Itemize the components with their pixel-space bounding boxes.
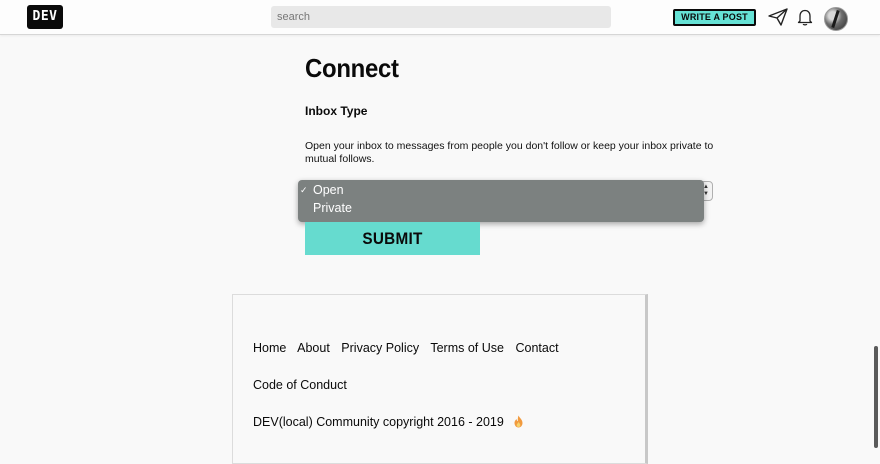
page-scrollbar[interactable] [874, 346, 878, 448]
checkmark-icon: ✓ [300, 185, 308, 195]
footer-link-privacy-policy[interactable]: Privacy Policy [341, 341, 419, 355]
bell-icon[interactable] [795, 7, 817, 27]
inbox-type-description: Open your inbox to messages from people … [305, 140, 714, 165]
fire-icon [513, 415, 524, 431]
footer-link-contact[interactable]: Contact [515, 341, 558, 355]
avatar[interactable] [824, 7, 848, 31]
page-title: Connect [305, 53, 399, 83]
footer-links: Home About Privacy Policy Terms of Use C… [253, 341, 567, 355]
search-input[interactable] [271, 6, 611, 28]
dropdown-option-open[interactable]: Open [313, 182, 344, 199]
footer-link-home[interactable]: Home [253, 341, 286, 355]
footer-link-code-of-conduct[interactable]: Code of Conduct [253, 378, 347, 392]
submit-button[interactable]: SUBMIT [305, 222, 480, 255]
inbox-type-dropdown-menu: ✓ Open Private [298, 180, 704, 222]
top-navigation-bar: DEV WRITE A POST [0, 0, 880, 35]
copyright-line: DEV(local) Community copyright 2016 - 20… [253, 415, 524, 431]
dropdown-option-private[interactable]: Private [313, 200, 352, 217]
footer-link-about[interactable]: About [297, 341, 330, 355]
send-icon[interactable] [767, 7, 789, 27]
copyright-text: DEV(local) Community copyright 2016 - 20… [253, 415, 504, 429]
inbox-type-label: Inbox Type [305, 104, 368, 118]
submit-button-label: SUBMIT [362, 228, 423, 248]
write-a-post-button[interactable]: WRITE A POST [673, 9, 756, 26]
footer: Home About Privacy Policy Terms of Use C… [232, 294, 648, 464]
dev-logo[interactable]: DEV [27, 5, 63, 29]
footer-link-terms-of-use[interactable]: Terms of Use [430, 341, 504, 355]
